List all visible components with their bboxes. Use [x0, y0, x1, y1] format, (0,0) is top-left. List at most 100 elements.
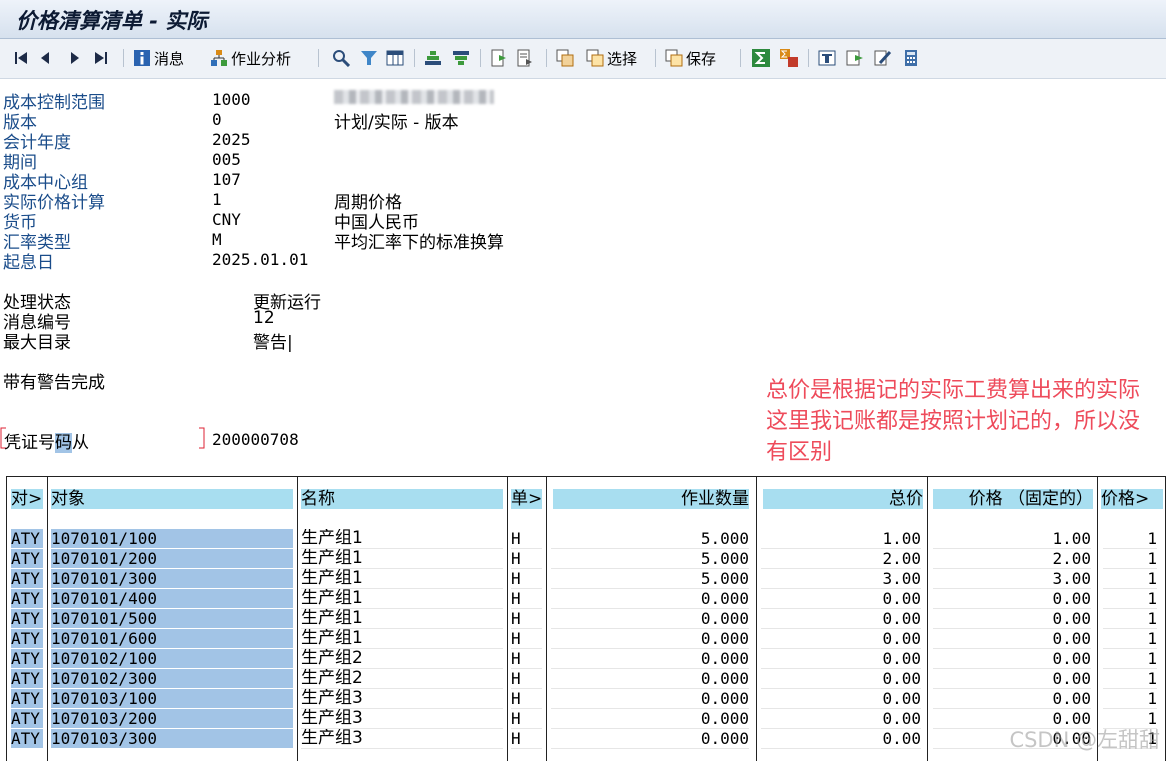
filter-button[interactable]: [360, 46, 378, 70]
cell-activity-qty[interactable]: 0.000: [551, 609, 749, 629]
column-header-object[interactable]: 对象: [51, 489, 293, 509]
cell-total-price[interactable]: 0.00: [761, 649, 921, 669]
cell-object[interactable]: 1070101/300: [51, 569, 293, 588]
cell-unit[interactable]: H: [511, 669, 542, 689]
cell-price[interactable]: 1: [1103, 529, 1157, 549]
cell-price[interactable]: 1: [1103, 649, 1157, 669]
table-row[interactable]: ATY 1070103/300 生产组3 H 0.000 0.00 0.00 1: [7, 729, 1165, 749]
cell-type[interactable]: ATY: [11, 649, 43, 668]
save-button[interactable]: 保存: [665, 46, 716, 70]
column-header-unit[interactable]: 单>: [511, 489, 542, 509]
cell-fixed-price[interactable]: 0.00: [933, 589, 1091, 609]
column-header-type[interactable]: 对>: [11, 489, 43, 509]
cell-activity-qty[interactable]: 0.000: [551, 709, 749, 729]
cell-name[interactable]: 生产组3: [301, 709, 503, 729]
cell-object[interactable]: 1070103/300: [51, 729, 293, 748]
print-preview-button[interactable]: [516, 46, 534, 70]
view-button[interactable]: [818, 46, 836, 70]
cell-activity-qty[interactable]: 5.000: [551, 529, 749, 549]
first-page-button[interactable]: [12, 46, 30, 70]
cell-object[interactable]: 1070101/100: [51, 529, 293, 548]
cell-activity-qty[interactable]: 0.000: [551, 649, 749, 669]
table-row[interactable]: ATY 1070103/100 生产组3 H 0.000 0.00 0.00 1: [7, 689, 1165, 709]
cell-activity-qty[interactable]: 0.000: [551, 629, 749, 649]
cell-type[interactable]: ATY: [11, 689, 43, 708]
cell-total-price[interactable]: 0.00: [761, 589, 921, 609]
activity-analysis-button[interactable]: 作业分析: [210, 46, 291, 70]
cell-total-price[interactable]: 0.00: [761, 709, 921, 729]
cell-object[interactable]: 1070103/200: [51, 709, 293, 728]
cell-name[interactable]: 生产组3: [301, 689, 503, 709]
cell-type[interactable]: ATY: [11, 529, 43, 548]
cell-price[interactable]: 1: [1103, 669, 1157, 689]
cell-unit[interactable]: H: [511, 629, 542, 649]
cell-type[interactable]: ATY: [11, 549, 43, 568]
cell-activity-qty[interactable]: 0.000: [551, 729, 749, 749]
cell-price[interactable]: 1: [1103, 689, 1157, 709]
cell-type[interactable]: ATY: [11, 709, 43, 728]
cell-object[interactable]: 1070101/600: [51, 629, 293, 648]
select-button[interactable]: 选择: [586, 46, 637, 70]
sum-button[interactable]: [752, 46, 770, 70]
cell-unit[interactable]: H: [511, 569, 542, 589]
copy-button[interactable]: [556, 46, 574, 70]
cell-activity-qty[interactable]: 0.000: [551, 669, 749, 689]
cell-unit[interactable]: H: [511, 649, 542, 669]
column-header-name[interactable]: 名称: [301, 489, 503, 509]
cell-total-price[interactable]: 0.00: [761, 689, 921, 709]
cell-total-price[interactable]: 3.00: [761, 569, 921, 589]
cell-activity-qty[interactable]: 5.000: [551, 569, 749, 589]
calculator-button[interactable]: [902, 46, 920, 70]
cell-name[interactable]: 生产组3: [301, 729, 503, 749]
cell-total-price[interactable]: 0.00: [761, 729, 921, 749]
cell-fixed-price[interactable]: 1.00: [933, 529, 1091, 549]
cell-unit[interactable]: H: [511, 529, 542, 549]
download-button[interactable]: [846, 46, 864, 70]
cell-price[interactable]: 1: [1103, 629, 1157, 649]
cell-type[interactable]: ATY: [11, 669, 43, 688]
cell-total-price[interactable]: 0.00: [761, 609, 921, 629]
table-row[interactable]: ATY 1070102/300 生产组2 H 0.000 0.00 0.00 1: [7, 669, 1165, 689]
table-row[interactable]: ATY 1070101/100 生产组1 H 5.000 1.00 1.00 1: [7, 529, 1165, 549]
table-row[interactable]: ATY 1070101/200 生产组1 H 5.000 2.00 2.00 1: [7, 549, 1165, 569]
cell-name[interactable]: 生产组1: [301, 629, 503, 649]
cell-name[interactable]: 生产组2: [301, 649, 503, 669]
cell-unit[interactable]: H: [511, 689, 542, 709]
table-row[interactable]: ATY 1070101/500 生产组1 H 0.000 0.00 0.00 1: [7, 609, 1165, 629]
last-page-button[interactable]: [92, 46, 110, 70]
cell-unit[interactable]: H: [511, 729, 542, 749]
cell-fixed-price[interactable]: 0.00: [933, 609, 1091, 629]
cell-name[interactable]: 生产组1: [301, 549, 503, 569]
cell-type[interactable]: ATY: [11, 609, 43, 628]
cell-price[interactable]: 1: [1103, 609, 1157, 629]
column-header-total-price[interactable]: 总价: [763, 489, 923, 509]
cell-fixed-price[interactable]: 0.00: [933, 629, 1091, 649]
cell-fixed-price[interactable]: 0.00: [933, 649, 1091, 669]
table-row[interactable]: ATY 1070102/100 生产组2 H 0.000 0.00 0.00 1: [7, 649, 1165, 669]
cell-name[interactable]: 生产组1: [301, 589, 503, 609]
messages-button[interactable]: 消息: [133, 46, 184, 70]
cell-total-price[interactable]: 1.00: [761, 529, 921, 549]
table-row[interactable]: ATY 1070101/400 生产组1 H 0.000 0.00 0.00 1: [7, 589, 1165, 609]
cell-fixed-price[interactable]: 3.00: [933, 569, 1091, 589]
cell-total-price[interactable]: 2.00: [761, 549, 921, 569]
cell-type[interactable]: ATY: [11, 589, 43, 608]
cell-name[interactable]: 生产组1: [301, 609, 503, 629]
cell-unit[interactable]: H: [511, 609, 542, 629]
cell-object[interactable]: 1070101/200: [51, 549, 293, 568]
cell-object[interactable]: 1070101/400: [51, 589, 293, 608]
edit-button[interactable]: [874, 46, 892, 70]
table-row[interactable]: ATY 1070101/600 生产组1 H 0.000 0.00 0.00 1: [7, 629, 1165, 649]
voucher-field[interactable]: 凭证号码从 200000708: [0, 427, 310, 453]
next-page-button[interactable]: [66, 46, 84, 70]
cell-price[interactable]: 1: [1103, 569, 1157, 589]
sort-descending-button[interactable]: [452, 46, 470, 70]
cell-activity-qty[interactable]: 5.000: [551, 549, 749, 569]
table-row[interactable]: ATY 1070103/200 生产组3 H 0.000 0.00 0.00 1: [7, 709, 1165, 729]
cell-type[interactable]: ATY: [11, 569, 43, 588]
cell-unit[interactable]: H: [511, 709, 542, 729]
cell-unit[interactable]: H: [511, 589, 542, 609]
cell-object[interactable]: 1070103/100: [51, 689, 293, 708]
cell-fixed-price[interactable]: 0.00: [933, 669, 1091, 689]
cell-activity-qty[interactable]: 0.000: [551, 689, 749, 709]
